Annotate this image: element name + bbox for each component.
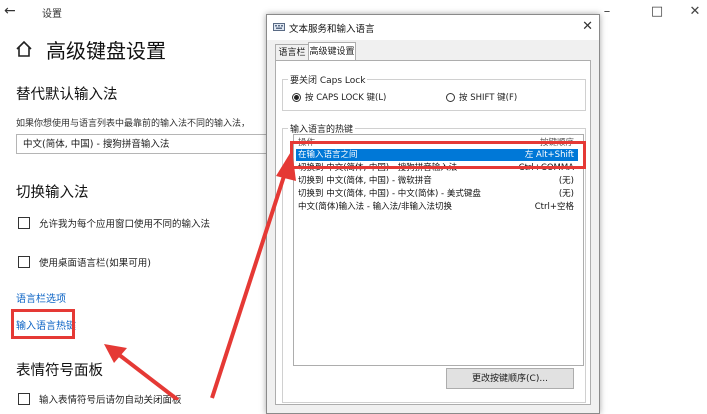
text-services-dialog: 文本服务和输入语言 ✕ 语言栏 高级键设置 要关闭 Caps Lock 按 CA… (266, 14, 600, 414)
page-title: 高级键盘设置 (46, 39, 166, 63)
selected-row-highlight (290, 141, 586, 169)
tab-advanced-key-settings[interactable]: 高级键设置 (308, 42, 356, 61)
checkbox-box[interactable] (18, 393, 30, 405)
language-bar-options-link[interactable]: 语言栏选项 (16, 290, 66, 305)
row-keys: (无) (558, 189, 574, 199)
close-icon[interactable]: ✕ (582, 19, 593, 34)
emoji-panel-checkbox[interactable]: 输入表情符号后请勿自动关闭面板 (18, 392, 182, 406)
override-heading: 替代默认输入法 (16, 87, 118, 103)
shift-radio-option[interactable]: 按 SHIFT 键(F) (446, 91, 517, 103)
table-row[interactable]: 切换到 中文(简体, 中国) - 微软拼音 (无) (296, 175, 578, 187)
override-description: 如果你想使用与语言列表中最靠前的输入法不同的输入法， (16, 119, 251, 129)
radio-label: 按 SHIFT 键(F) (459, 93, 518, 103)
home-icon (16, 40, 32, 57)
emoji-heading: 表情符号面板 (16, 363, 103, 379)
back-arrow-icon[interactable]: ← (4, 3, 26, 19)
tab-language-bar[interactable]: 语言栏 (275, 44, 309, 61)
checkbox-box[interactable] (18, 256, 30, 268)
maximize-icon[interactable]: □ (637, 0, 677, 22)
advanced-key-settings-panel: 要关闭 Caps Lock 按 CAPS LOCK 键(L) 按 SHIFT 键… (275, 60, 591, 405)
row-action: 切换到 中文(简体, 中国) - 中文(简体) - 美式键盘 (298, 189, 481, 199)
row-keys: Ctrl+空格 (534, 202, 574, 212)
checkbox-label: 输入表情符号后请勿自动关闭面板 (39, 395, 182, 406)
dialog-titlebar: 文本服务和输入语言 ✕ (267, 15, 599, 40)
per-app-input-checkbox[interactable]: 允许我为每个应用窗口使用不同的输入法 (18, 216, 210, 230)
switch-heading: 切换输入法 (16, 185, 89, 201)
caps-lock-group-label: 要关闭 Caps Lock (288, 73, 368, 86)
default-input-method-dropdown[interactable]: 中文(简体, 中国) - 搜狗拼音输入法 (16, 134, 300, 154)
desktop-language-bar-checkbox[interactable]: 使用桌面语言栏(如果可用) (18, 255, 151, 269)
hotkeys-link-highlight (11, 309, 75, 339)
row-keys: (无) (558, 176, 574, 186)
radio-unselected[interactable] (446, 92, 455, 102)
keyboard-icon (273, 23, 285, 31)
checkbox-label: 使用桌面语言栏(如果可用) (39, 258, 151, 269)
row-action: 切换到 中文(简体, 中国) - 微软拼音 (298, 176, 432, 186)
close-window-icon[interactable]: ✕ (675, 0, 707, 22)
checkbox-label: 允许我为每个应用窗口使用不同的输入法 (39, 219, 211, 230)
checkbox-box[interactable] (18, 217, 30, 229)
row-action: 中文(简体)输入法 - 输入法/非输入法切换 (298, 202, 452, 212)
table-row[interactable]: 中文(简体)输入法 - 输入法/非输入法切换 Ctrl+空格 (296, 201, 578, 213)
dropdown-value: 中文(简体, 中国) - 搜狗拼音输入法 (23, 139, 170, 150)
table-row[interactable]: 切换到 中文(简体, 中国) - 中文(简体) - 美式键盘 (无) (296, 188, 578, 200)
dialog-title: 文本服务和输入语言 (289, 24, 375, 35)
radio-label: 按 CAPS LOCK 键(L) (305, 93, 387, 103)
caps-lock-radio-option[interactable]: 按 CAPS LOCK 键(L) (292, 91, 386, 103)
window-title: 设置 (42, 9, 62, 20)
radio-selected[interactable] (292, 92, 301, 102)
change-key-sequence-button[interactable]: 更改按键顺序(C)... (446, 368, 574, 389)
